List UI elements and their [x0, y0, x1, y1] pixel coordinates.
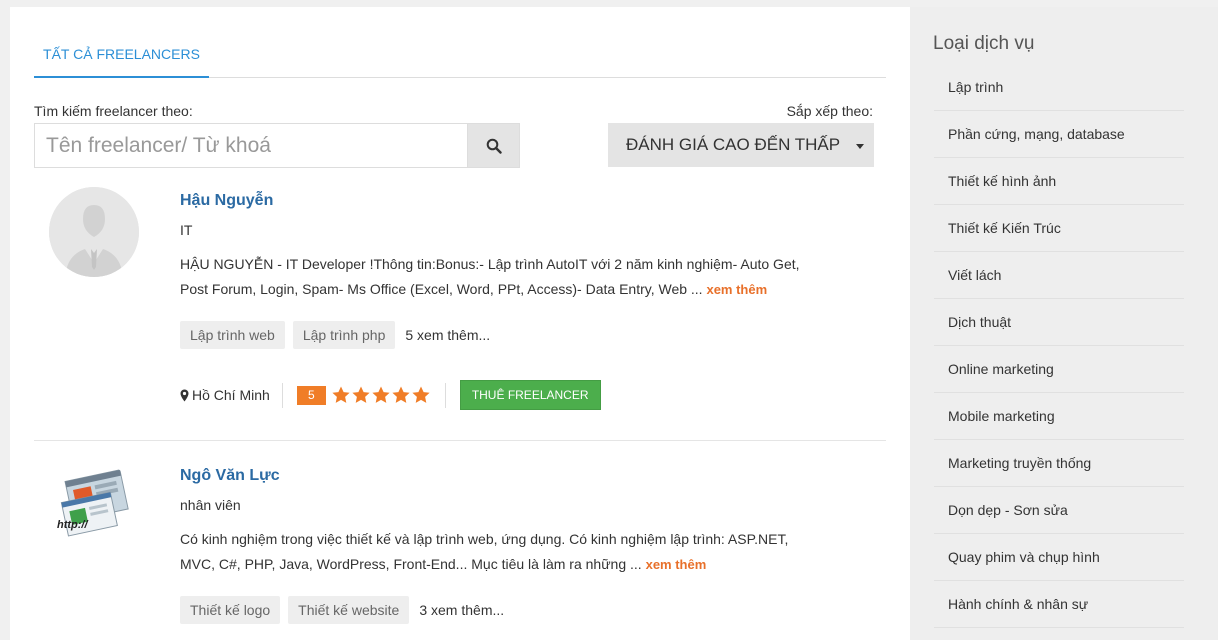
tab-all-freelancers[interactable]: TẤT CẢ FREELANCERS: [34, 39, 209, 78]
main-content: TẤT CẢ FREELANCERS Tìm kiếm freelancer t…: [10, 7, 910, 640]
skills-more-link[interactable]: 5 xem thêm...: [405, 327, 490, 343]
map-marker-icon: [180, 389, 189, 401]
caret-down-icon: [856, 144, 864, 149]
see-more-link[interactable]: xem thêm: [646, 557, 707, 572]
category-item-don-dep[interactable]: Dọn dẹp - Sơn sửa: [934, 487, 1184, 534]
sort-label: Sắp xếp theo:: [786, 103, 873, 119]
category-item-mobile-marketing[interactable]: Mobile marketing: [934, 393, 1184, 440]
web-browser-logo-icon: http://: [49, 462, 139, 552]
service-category-sidebar: Loại dịch vụ Lập trình Phần cứng, mạng, …: [910, 7, 1218, 640]
skill-tag[interactable]: Thiết kế website: [288, 596, 410, 624]
avatar[interactable]: [49, 187, 139, 277]
category-item-marketing-truyen-thong[interactable]: Marketing truyền thống: [934, 440, 1184, 487]
freelancer-description: Có kinh nghiệm trong việc thiết kế và lậ…: [180, 527, 810, 577]
location-text: Hồ Chí Minh: [192, 387, 270, 403]
tab-bar: TẤT CẢ FREELANCERS: [34, 39, 886, 78]
star-icon: [392, 386, 410, 403]
category-item-quay-phim[interactable]: Quay phim và chụp hình: [934, 534, 1184, 581]
category-item-online-marketing[interactable]: Online marketing: [934, 346, 1184, 393]
freelancer-name[interactable]: Ngô Văn Lực: [180, 467, 280, 485]
star-icon: [372, 386, 390, 403]
category-item-viet-lach[interactable]: Viết lách: [934, 252, 1184, 299]
category-item-thiet-ke-hinh-anh[interactable]: Thiết kế hình ảnh: [934, 158, 1184, 205]
hire-freelancer-button[interactable]: THUÊ FREELANCER: [459, 380, 601, 410]
sidebar-title: Loại dịch vụ: [933, 33, 1035, 54]
rating-badge: 5: [296, 385, 326, 405]
category-list: Lập trình Phần cứng, mạng, database Thiế…: [934, 64, 1184, 628]
skill-tags: Lập trình web Lập trình php 5 xem thêm..…: [180, 321, 490, 349]
sort-select[interactable]: ĐÁNH GIÁ CAO ĐẾN THẤP: [608, 123, 874, 167]
skill-tag[interactable]: Thiết kế logo: [180, 596, 281, 624]
freelancer-card: http:// Ngô Văn Lực nhân viên Có kinh ng…: [34, 460, 886, 640]
freelancer-meta: Hồ Chí Minh 5 THUÊ FREELANCER: [180, 380, 601, 410]
search-button[interactable]: [467, 123, 520, 168]
rating: 5: [283, 382, 446, 408]
freelancer-name[interactable]: Hậu Nguyễn: [180, 192, 273, 210]
category-item-hanh-chinh[interactable]: Hành chính & nhân sự: [934, 581, 1184, 628]
freelancer-card: Hậu Nguyễn IT HẬU NGUYỄN - IT Developer …: [34, 185, 886, 441]
freelancer-description: HẬU NGUYỄN - IT Developer !Thông tin:Bon…: [180, 252, 810, 302]
skills-more-link[interactable]: 3 xem thêm...: [419, 602, 504, 618]
category-item-dich-thuat[interactable]: Dịch thuật: [934, 299, 1184, 346]
avatar-logo-text: http://: [57, 519, 89, 531]
skill-tags: Thiết kế logo Thiết kế website 3 xem thê…: [180, 596, 504, 624]
star-icon: [332, 386, 350, 403]
star-icon: [412, 386, 430, 403]
sort-selected-value: ĐÁNH GIÁ CAO ĐẾN THẤP: [626, 135, 841, 154]
avatar[interactable]: http://: [49, 462, 139, 552]
freelancer-title: nhân viên: [180, 497, 241, 513]
skill-tag[interactable]: Lập trình web: [180, 321, 285, 349]
see-more-link[interactable]: xem thêm: [706, 282, 767, 297]
category-item-phan-cung[interactable]: Phần cứng, mạng, database: [934, 111, 1184, 158]
category-item-thiet-ke-kien-truc[interactable]: Thiết kế Kiến Trúc: [934, 205, 1184, 252]
star-icon: [352, 386, 370, 403]
skill-tag[interactable]: Lập trình php: [292, 321, 396, 349]
category-item-lap-trinh[interactable]: Lập trình: [934, 64, 1184, 111]
search-icon: [486, 138, 502, 154]
user-placeholder-icon: [49, 187, 139, 277]
search-input[interactable]: [34, 123, 467, 168]
freelancer-title: IT: [180, 222, 193, 238]
search-label: Tìm kiếm freelancer theo:: [34, 103, 193, 119]
location: Hồ Chí Minh: [180, 382, 283, 408]
